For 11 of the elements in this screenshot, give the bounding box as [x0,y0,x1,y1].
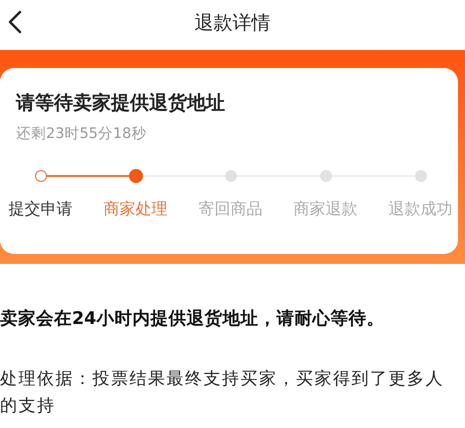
basis-text: 处理依据：投票结果最终支持买家，买家得到了更多人的支持 [0,368,445,418]
step-label: 寄回商品 [198,199,262,220]
step-label: 商家处理 [104,199,168,220]
step-label: 退款成功 [388,199,452,220]
notice-text: 卖家会在24小时内提供退货地址，请耐心等待。 [0,308,386,330]
step-label: 商家退款 [294,199,358,220]
step-label: 提交申请 [8,199,72,220]
status-title: 请等待卖家提供退货地址 [14,91,226,116]
countdown-text: 还剩23时55分18秒 [15,125,148,143]
page-title: 退款详情 [194,11,270,36]
back-icon[interactable] [8,10,22,34]
